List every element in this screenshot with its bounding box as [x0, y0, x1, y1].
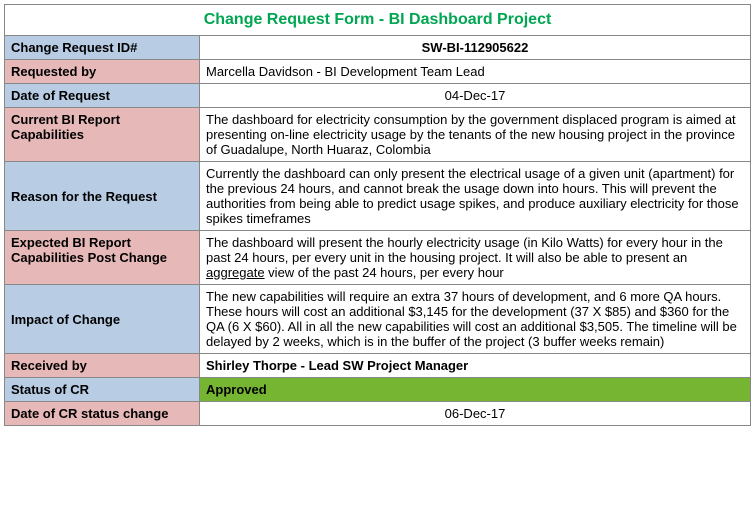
value-status-date: 06-Dec-17 — [200, 402, 751, 426]
label-expected-caps: Expected BI Report Capabilities Post Cha… — [5, 231, 200, 285]
value-status: Approved — [200, 378, 751, 402]
row-reason: Reason for the Request Currently the das… — [5, 162, 751, 231]
row-cr-id: Change Request ID# SW-BI-112905622 — [5, 36, 751, 60]
row-impact: Impact of Change The new capabilities wi… — [5, 285, 751, 354]
label-impact: Impact of Change — [5, 285, 200, 354]
row-status-date: Date of CR status change 06-Dec-17 — [5, 402, 751, 426]
value-received-by: Shirley Thorpe - Lead SW Project Manager — [200, 354, 751, 378]
expected-post: view of the past 24 hours, per every hou… — [265, 265, 504, 280]
value-date-of-request: 04-Dec-17 — [200, 84, 751, 108]
form-title-row: Change Request Form - BI Dashboard Proje… — [5, 5, 751, 36]
value-cr-id: SW-BI-112905622 — [200, 36, 751, 60]
form-title: Change Request Form - BI Dashboard Proje… — [5, 5, 751, 36]
label-status-date: Date of CR status change — [5, 402, 200, 426]
label-status: Status of CR — [5, 378, 200, 402]
change-request-form: Change Request Form - BI Dashboard Proje… — [4, 4, 751, 426]
value-impact: The new capabilities will require an ext… — [200, 285, 751, 354]
row-expected-caps: Expected BI Report Capabilities Post Cha… — [5, 231, 751, 285]
row-date-of-request: Date of Request 04-Dec-17 — [5, 84, 751, 108]
label-reason: Reason for the Request — [5, 162, 200, 231]
expected-underlined: aggregate — [206, 265, 265, 280]
row-status: Status of CR Approved — [5, 378, 751, 402]
row-requested-by: Requested by Marcella Davidson - BI Deve… — [5, 60, 751, 84]
label-date-of-request: Date of Request — [5, 84, 200, 108]
label-current-caps: Current BI Report Capabilities — [5, 108, 200, 162]
label-received-by: Received by — [5, 354, 200, 378]
value-expected-caps: The dashboard will present the hourly el… — [200, 231, 751, 285]
row-received-by: Received by Shirley Thorpe - Lead SW Pro… — [5, 354, 751, 378]
row-current-caps: Current BI Report Capabilities The dashb… — [5, 108, 751, 162]
value-reason: Currently the dashboard can only present… — [200, 162, 751, 231]
label-requested-by: Requested by — [5, 60, 200, 84]
value-requested-by: Marcella Davidson - BI Development Team … — [200, 60, 751, 84]
value-current-caps: The dashboard for electricity consumptio… — [200, 108, 751, 162]
expected-pre: The dashboard will present the hourly el… — [206, 235, 723, 265]
label-cr-id: Change Request ID# — [5, 36, 200, 60]
